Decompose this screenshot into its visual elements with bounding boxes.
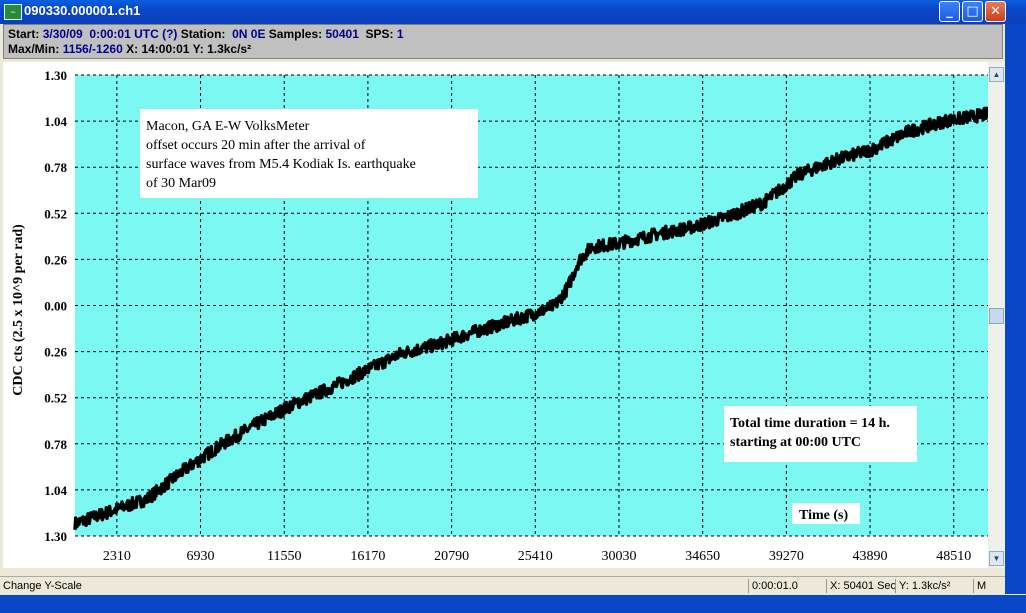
y-tick-label: 1.30 xyxy=(44,68,67,83)
maximize-icon: □ xyxy=(966,4,979,19)
status-bar: Change Y-Scale 0:00:01.0 X: 50401 Sec Y:… xyxy=(0,576,1005,595)
arrow-down-icon: ▼ xyxy=(992,554,1001,563)
annotation-description-line: surface waves from M5.4 Kodiak Is. earth… xyxy=(146,157,416,172)
maxmin-label: Max/Min: xyxy=(8,42,60,56)
y-tick-label: 0.52 xyxy=(44,206,67,221)
y-tick-label: 0.52 xyxy=(44,391,67,406)
y-tick-label: 1.04 xyxy=(44,483,67,498)
window-border xyxy=(1005,24,1026,594)
scroll-thumb[interactable] xyxy=(989,308,1004,324)
x-tick-label: 2310 xyxy=(103,549,131,564)
info-row-1: Start: 3/30/09 0:00:01 UTC (?) Station: … xyxy=(8,27,404,41)
y-tick-label: 0.78 xyxy=(44,437,67,452)
x-tick-label: 20790 xyxy=(434,549,469,564)
y-tick-label: 0.26 xyxy=(44,345,67,360)
plot-area[interactable]: 1.30 1.04 0.78 0.52 0.26 0.00 0.26 0.52 0.78 1.04… xyxy=(3,62,990,568)
start-label: Start: xyxy=(8,27,40,41)
x-value: 14:00:01 xyxy=(141,42,190,56)
seismogram-chart[interactable]: 1.30 1.04 0.78 0.52 0.26 0.00 0.26 0.52 0.78 1.04… xyxy=(3,62,990,568)
y-tick-label: 1.04 xyxy=(44,114,67,129)
annotation-description-line: offset occurs 20 min after the arrival o… xyxy=(146,138,366,153)
y-tick-label: 1.30 xyxy=(44,529,67,544)
x-label: X: xyxy=(126,42,139,56)
samples-label: Samples: xyxy=(268,27,323,41)
station-label: Station: xyxy=(180,27,226,41)
sps-value: 1 xyxy=(396,27,404,41)
x-tick-label: 11550 xyxy=(267,549,301,564)
scroll-down-button[interactable]: ▼ xyxy=(989,551,1004,566)
status-y: Y: 1.3kc/s² xyxy=(895,579,950,593)
title-bar: ~ 090330.000001.ch1 _ □ ✕ xyxy=(0,0,1026,24)
vertical-scrollbar[interactable]: ▲ ▼ xyxy=(988,62,1005,568)
y-tick-label: 0.78 xyxy=(44,160,67,175)
maximize-button[interactable]: □ xyxy=(962,1,983,22)
minimize-icon: _ xyxy=(946,4,953,19)
info-panel: Start: 3/30/09 0:00:01 UTC (?) Station: … xyxy=(3,24,1003,59)
station-value: 0N 0E xyxy=(232,27,266,41)
x-axis-label: Time (s) xyxy=(799,508,848,523)
x-tick-label: 43890 xyxy=(853,549,888,564)
status-mode: M xyxy=(973,579,986,593)
annotation-description-line: Macon, GA E-W VolksMeter xyxy=(146,119,310,134)
status-x: X: 50401 Sec xyxy=(826,579,896,593)
close-icon: ✕ xyxy=(990,4,1001,19)
sps-label: SPS: xyxy=(365,27,394,41)
status-hint: Change Y-Scale xyxy=(3,580,82,592)
minimize-button[interactable]: _ xyxy=(939,1,960,22)
x-tick-label: 39270 xyxy=(769,549,804,564)
arrow-up-icon: ▲ xyxy=(992,70,1001,79)
window-bottom-border xyxy=(0,595,1026,613)
samples-value: 50401 xyxy=(325,27,359,41)
y-axis-label: CDC cts (2.5 x 10^9 per rad) xyxy=(11,224,26,396)
y-tick-label: 0.26 xyxy=(44,252,67,267)
scroll-up-button[interactable]: ▲ xyxy=(989,67,1004,82)
x-tick-label: 30030 xyxy=(601,549,636,564)
app-icon: ~ xyxy=(4,4,22,20)
window-title: 090330.000001.ch1 xyxy=(24,3,141,18)
y-label: Y: xyxy=(192,42,204,56)
x-tick-label: 34650 xyxy=(685,549,720,564)
x-tick-label: 25410 xyxy=(518,549,553,564)
start-value: 3/30/09 0:00:01 UTC (?) xyxy=(42,27,178,41)
y-value: 1.3kc/s² xyxy=(207,42,252,56)
status-time: 0:00:01.0 xyxy=(748,579,798,593)
y-tick-label: 0.00 xyxy=(44,299,67,314)
x-tick-label: 6930 xyxy=(187,549,215,564)
annotation-duration-box xyxy=(724,406,917,462)
x-tick-label: 16170 xyxy=(350,549,385,564)
maxmin-value: 1156/-1260 xyxy=(62,42,123,56)
annotation-duration-line: starting at 00:00 UTC xyxy=(730,435,861,450)
x-tick-label: 48510 xyxy=(936,549,971,564)
close-button[interactable]: ✕ xyxy=(985,1,1006,22)
annotation-description-line: of 30 Mar09 xyxy=(146,176,216,191)
annotation-duration-line: Total time duration = 14 h. xyxy=(730,416,890,431)
info-row-2: Max/Min: 1156/-1260 X: 14:00:01 Y: 1.3kc… xyxy=(8,42,251,56)
